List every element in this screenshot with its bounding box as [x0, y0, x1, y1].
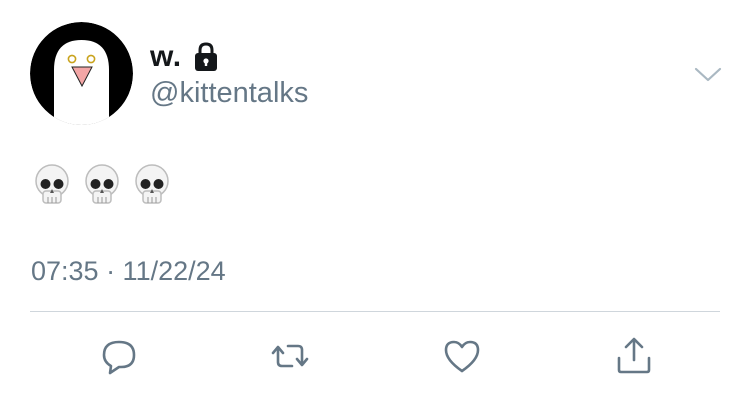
lock-icon — [192, 41, 220, 73]
tweet-text — [32, 158, 182, 209]
skull-emoji — [132, 163, 172, 209]
like-button[interactable] — [440, 334, 484, 378]
heart-icon — [444, 340, 480, 373]
avatar[interactable] — [30, 22, 133, 125]
reply-icon — [102, 340, 136, 375]
display-name[interactable]: w. — [150, 40, 182, 74]
user-handle[interactable]: @kittentalks — [150, 76, 308, 110]
tweet-timestamp[interactable]: 07:35 · 11/22/24 — [31, 254, 226, 288]
tweet-card: w. @kittentalks 07:35 · 11/22/24 — [0, 0, 750, 401]
chevron-down-icon[interactable] — [693, 60, 723, 90]
share-button[interactable] — [612, 334, 656, 378]
retweet-icon — [271, 344, 309, 368]
skull-emoji — [32, 163, 72, 209]
share-icon — [617, 337, 651, 374]
skull-emoji — [82, 163, 122, 209]
action-bar — [0, 330, 750, 380]
user-name-row: w. — [150, 40, 220, 74]
retweet-button[interactable] — [268, 334, 312, 378]
penguin-avatar-icon — [30, 22, 133, 125]
reply-button[interactable] — [97, 334, 141, 378]
divider — [30, 311, 720, 312]
